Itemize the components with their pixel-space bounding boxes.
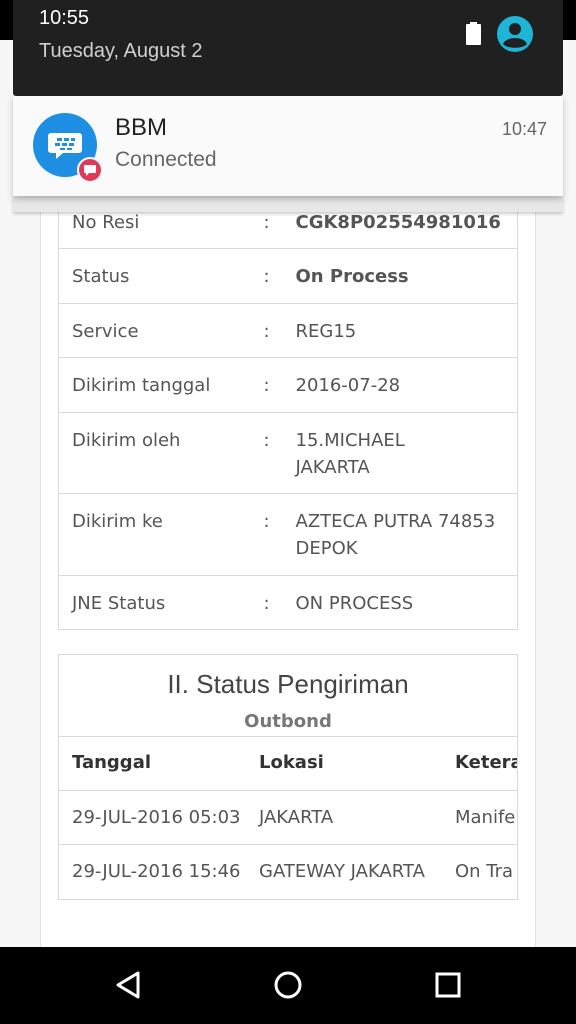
row-separator: : — [263, 303, 296, 358]
service-value: REG15 — [295, 303, 518, 358]
row-separator: : — [263, 248, 296, 304]
sender-value: 15.MICHAEL JAKARTA — [295, 412, 518, 494]
table-row: Dikirim tanggal : 2016-07-28 — [58, 357, 518, 413]
shipping-status-section: II. Status Pengiriman Outbond Tanggal Lo… — [58, 654, 518, 900]
table-row: JNE Status : ON PROCESS — [58, 575, 518, 630]
row-separator: : — [263, 575, 296, 630]
row-separator: : — [263, 493, 296, 576]
bbm-notification[interactable]: BBM Connected 10:47 — [13, 96, 563, 196]
row-label: Status — [58, 248, 264, 304]
table-row: Dikirim ke : AZTECA PUTRA 74853 DEPOK — [58, 493, 518, 576]
row-label: Dikirim tanggal — [58, 357, 264, 413]
clock: 10:55 — [39, 7, 90, 29]
divider — [59, 736, 517, 737]
history-description: On Tra — [455, 861, 514, 882]
history-date: 29-JUL-2016 05:03 — [72, 807, 241, 828]
table-row: Service : REG15 — [58, 303, 518, 358]
row-separator: : — [263, 357, 296, 413]
quick-settings-header[interactable]: 10:55 Tuesday, August 2 — [13, 0, 563, 96]
sender-city: JAKARTA — [295, 457, 370, 478]
history-date: 29-JUL-2016 15:46 — [72, 861, 241, 882]
column-header-location: Lokasi — [259, 752, 324, 773]
row-label: Dikirim oleh — [58, 412, 264, 494]
history-location: JAKARTA — [259, 807, 334, 828]
notification-text: Connected — [115, 148, 217, 171]
table-row: Dikirim oleh : 15.MICHAEL JAKARTA — [58, 412, 518, 494]
battery-full-icon — [466, 22, 481, 45]
ship-date-value: 2016-07-28 — [295, 357, 518, 413]
navigation-bar — [0, 947, 576, 1024]
section-title: II. Status Pengiriman — [167, 669, 409, 699]
recipient-name: AZTECA PUTRA 74853 — [295, 511, 496, 532]
table-row: Status : On Process — [58, 248, 518, 304]
home-circle-icon[interactable] — [270, 967, 306, 1003]
row-label: Dikirim ke — [58, 493, 264, 576]
row-label: JNE Status — [58, 575, 264, 630]
divider — [59, 790, 517, 791]
date-label[interactable]: Tuesday, August 2 — [39, 40, 202, 63]
bbm-chat-badge-icon — [77, 157, 103, 183]
account-circle-icon[interactable] — [497, 16, 533, 52]
notification-stack-edge — [13, 196, 563, 212]
recipient-value: AZTECA PUTRA 74853 DEPOK — [295, 493, 518, 576]
divider — [59, 844, 517, 845]
row-separator: : — [263, 412, 296, 494]
history-description: Manife — [455, 807, 516, 828]
jne-status-value: ON PROCESS — [295, 575, 518, 630]
recents-square-icon[interactable] — [430, 967, 466, 1003]
status-value: On Process — [295, 248, 518, 304]
row-label: Service — [58, 303, 264, 358]
recipient-city: DEPOK — [295, 538, 358, 559]
notification-time: 10:47 — [502, 119, 548, 139]
column-header-description: Ketera — [455, 752, 518, 773]
notification-app-name: BBM — [115, 114, 168, 141]
sender-name: 15.MICHAEL — [295, 430, 405, 451]
history-location: GATEWAY JAKARTA — [259, 861, 425, 882]
column-header-date: Tanggal — [72, 752, 152, 773]
back-triangle-icon[interactable] — [110, 967, 146, 1003]
shipment-info-table: No Resi : CGK8P02554981016 Status : On P… — [58, 194, 518, 630]
section-subtitle: Outbond — [244, 711, 332, 732]
